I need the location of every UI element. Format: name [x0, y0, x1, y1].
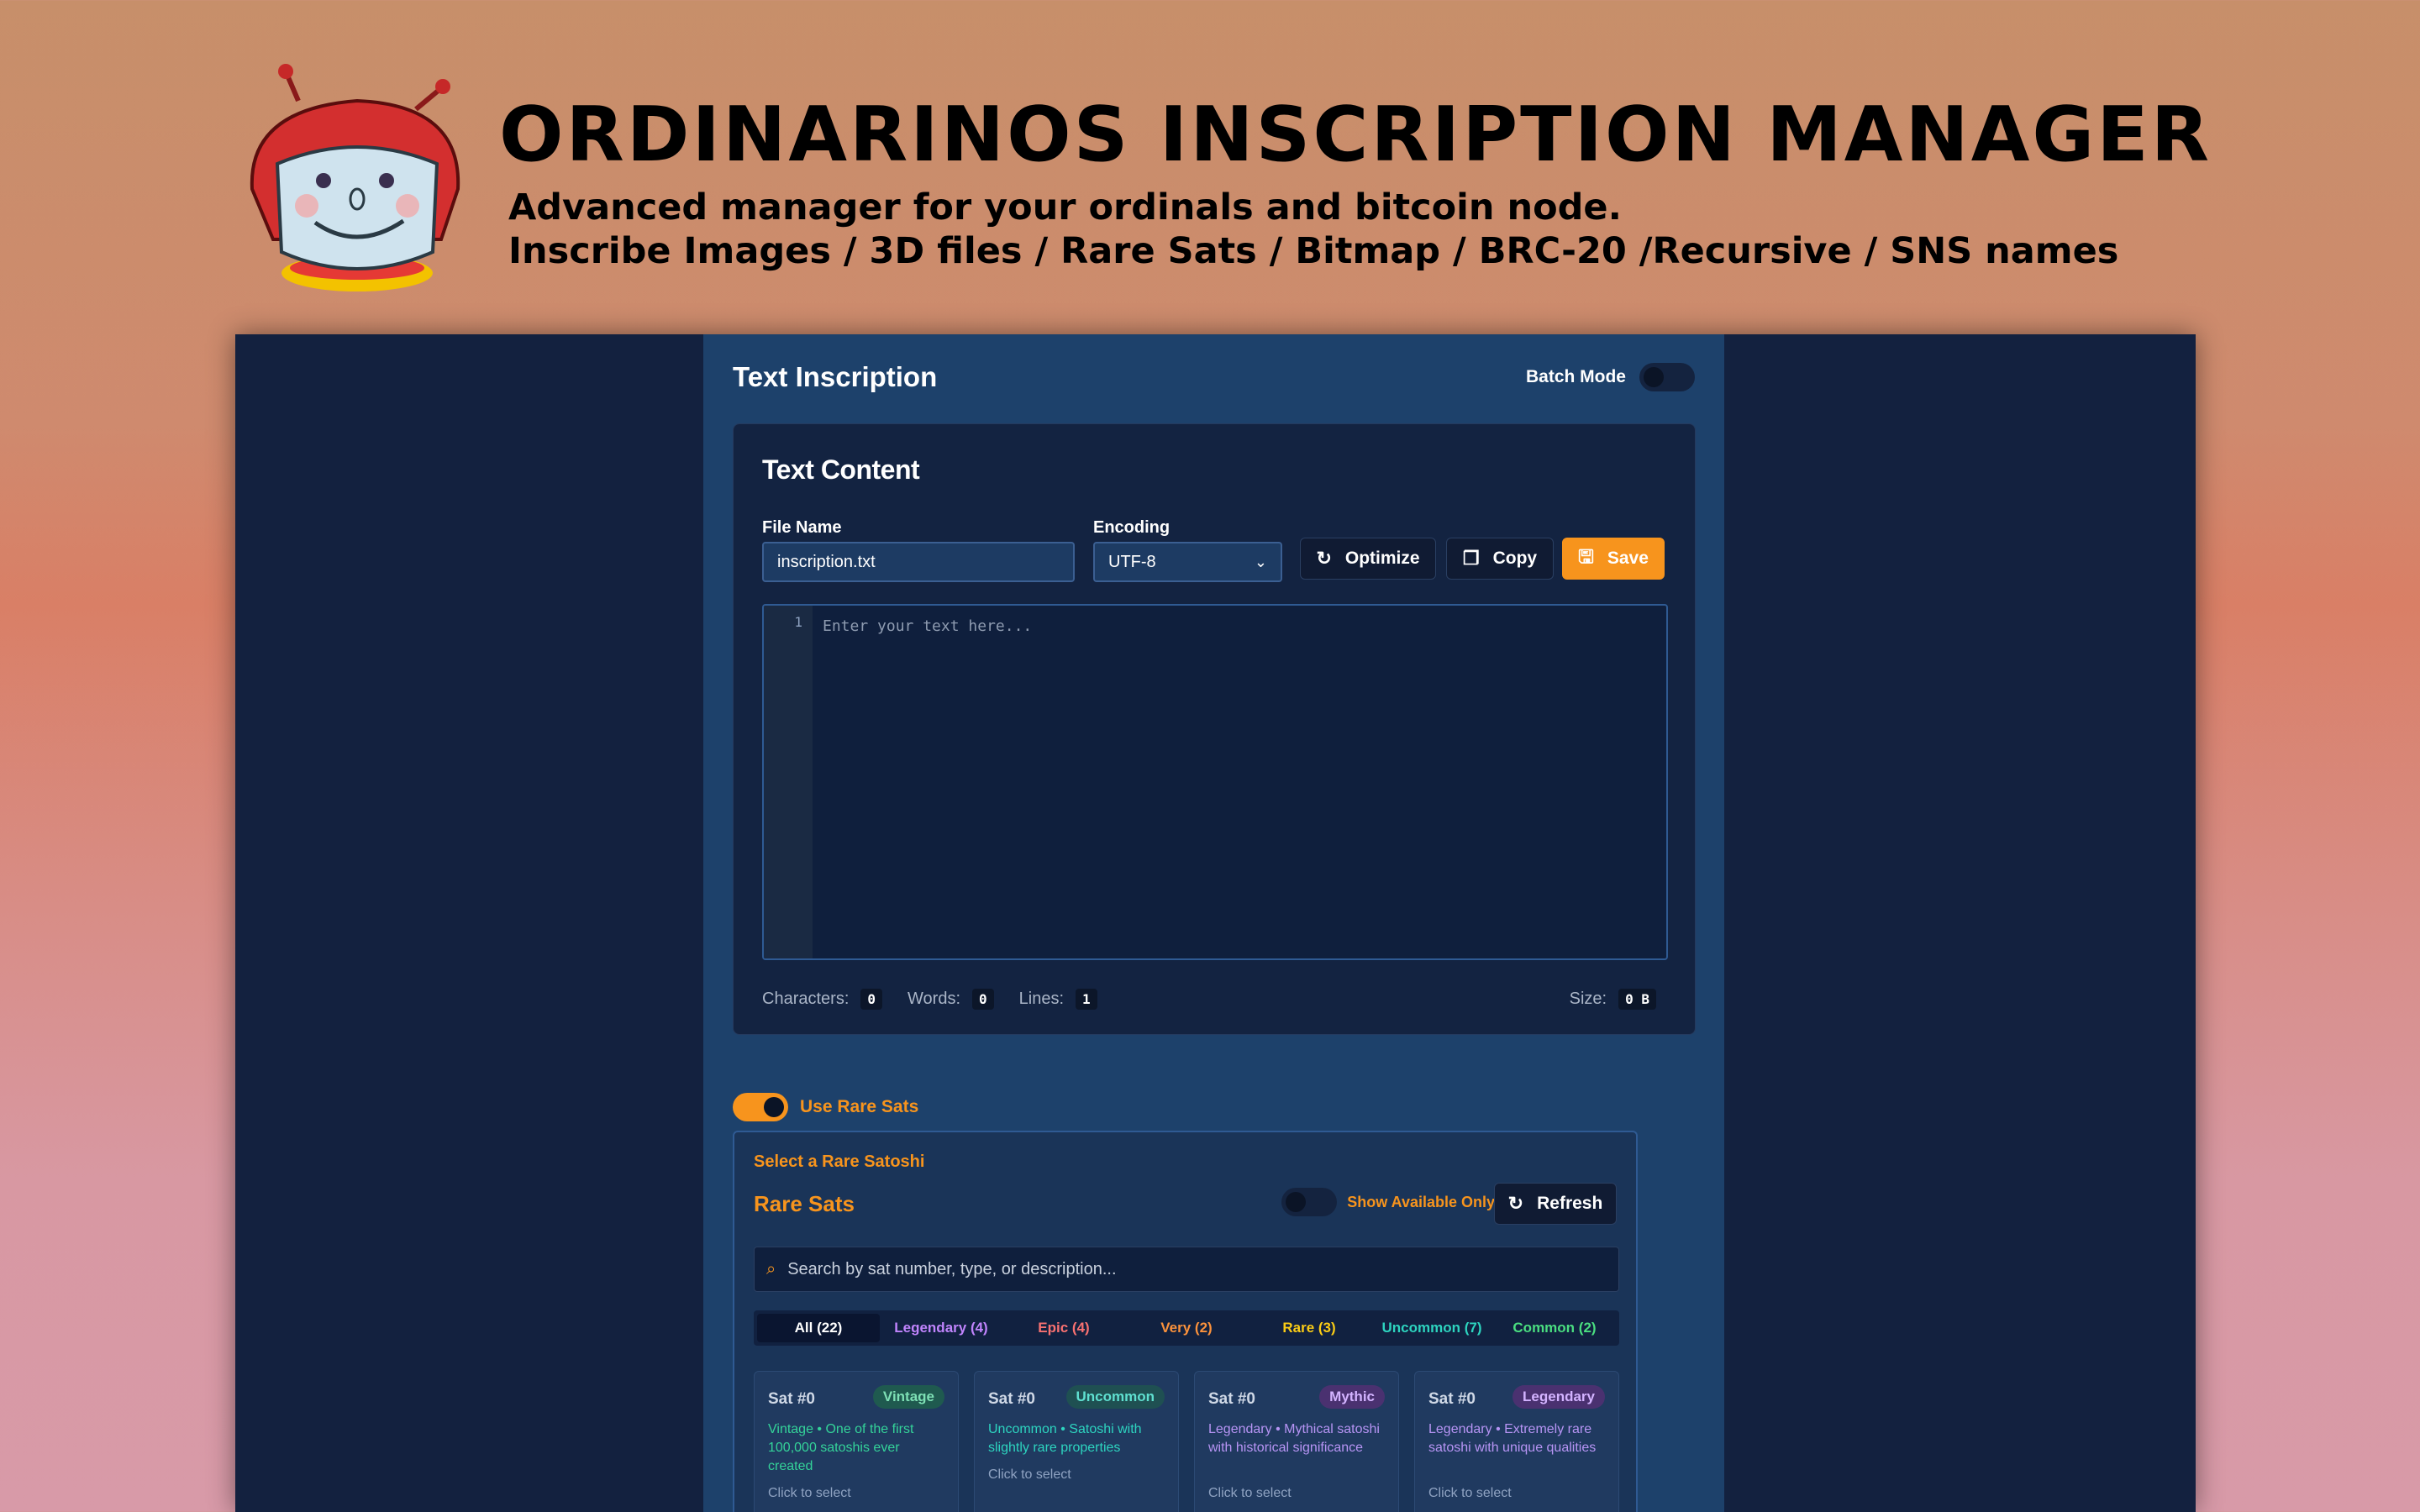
search-icon: ⌕: [766, 1259, 776, 1278]
sat-select-hint: Click to select: [1428, 1486, 1512, 1500]
rarity-filter-tab[interactable]: Rare (3): [1248, 1314, 1370, 1342]
hero-subtitle-1: Advanced manager for your ordinals and b…: [508, 186, 1622, 228]
text-stats: Characters: 0 Words: 0 Lines: 1: [762, 989, 1097, 1010]
lines-count: 1: [1076, 989, 1097, 1010]
hero-title: ORDINARINOS INSCRIPTION MANAGER: [499, 91, 2212, 179]
encoding-value: UTF-8: [1108, 552, 1156, 571]
rare-sats-title: Rare Sats: [754, 1191, 855, 1216]
sat-select-hint: Click to select: [988, 1467, 1071, 1482]
select-rare-satoshi-label: Select a Rare Satoshi: [754, 1152, 925, 1171]
rare-sat-card[interactable]: Sat #0 Mythic Legendary • Mythical satoshi…: [1194, 1371, 1399, 1512]
ordinarinos-mascot-logo: [250, 64, 460, 291]
size-stat: Size: 0 B: [1570, 989, 1656, 1010]
words-count: 0: [972, 989, 994, 1010]
refresh-icon: ↻: [1507, 1193, 1524, 1214]
line-number-gutter: 1: [764, 606, 813, 958]
sat-number: Sat #0: [1428, 1390, 1476, 1408]
sat-select-hint: Click to select: [1208, 1486, 1292, 1500]
sat-number: Sat #0: [988, 1390, 1035, 1408]
save-button[interactable]: 🖫 Save: [1562, 538, 1665, 580]
lines-label: Lines:: [1018, 990, 1065, 1008]
words-label: Words:: [908, 990, 960, 1008]
batch-mode-toggle[interactable]: [1639, 363, 1695, 391]
chevron-down-icon: ⌄: [1254, 553, 1267, 570]
sat-number: Sat #0: [768, 1390, 815, 1408]
sat-description: Legendary • Extremely rare satoshi with …: [1428, 1422, 1597, 1455]
use-rare-sats-toggle[interactable]: [733, 1093, 788, 1121]
encoding-select[interactable]: UTF-8 ⌄: [1093, 542, 1282, 582]
sat-description: Uncommon • Satoshi with slightly rare pr…: [988, 1422, 1142, 1455]
text-editor: 1: [762, 604, 1668, 960]
use-rare-sats-label: Use Rare Sats: [800, 1097, 919, 1116]
rarity-filter-tab[interactable]: Common (2): [1493, 1314, 1616, 1342]
copy-icon: ❐: [1462, 548, 1480, 569]
show-available-only-toggle[interactable]: [1281, 1188, 1338, 1216]
text-content-card: Text Content File Name inscription.txt E…: [733, 423, 1696, 1035]
encoding-label: Encoding: [1093, 518, 1171, 537]
sat-description: Vintage • One of the first 100,000 satos…: [768, 1422, 914, 1473]
rare-sat-card[interactable]: Sat #0 Vintage Vintage • One of the first …: [754, 1371, 959, 1512]
rare-sats-search-input[interactable]: [787, 1259, 1607, 1279]
refresh-label: Refresh: [1537, 1194, 1603, 1213]
rare-sats-search: ⌕: [754, 1247, 1619, 1292]
rarity-filter-tab[interactable]: All (22): [757, 1314, 880, 1342]
sat-rarity-badge: Vintage: [872, 1385, 944, 1409]
hero-banner: ORDINARINOS INSCRIPTION MANAGER Advanced…: [0, 0, 2420, 336]
file-name-label: File Name: [762, 518, 842, 537]
text-inscription-panel: Text Inscription Batch Mode Text Content…: [703, 334, 1724, 1512]
rare-sats-grid: Sat #0 Vintage Vintage • One of the first …: [754, 1371, 1619, 1512]
refresh-icon: ↻: [1316, 548, 1332, 569]
show-available-only-label: Show Available Only: [1347, 1193, 1495, 1210]
sat-description: Legendary • Mythical satoshi with histor…: [1208, 1422, 1380, 1455]
characters-label: Characters:: [762, 990, 850, 1008]
copy-button[interactable]: ❐ Copy: [1446, 538, 1554, 580]
hero-subtitle-2: Inscribe Images / 3D files / Rare Sats /…: [508, 230, 2119, 272]
sat-number: Sat #0: [1208, 1390, 1255, 1408]
toggle-knob: [764, 1097, 784, 1117]
size-label: Size:: [1569, 990, 1607, 1008]
refresh-button[interactable]: ↻ Refresh: [1494, 1183, 1617, 1225]
use-rare-sats-control: Use Rare Sats: [733, 1093, 918, 1121]
app-window: Text Inscription Batch Mode Text Content…: [235, 334, 2196, 1512]
characters-count: 0: [860, 989, 883, 1010]
file-name-input[interactable]: inscription.txt: [762, 542, 1075, 582]
batch-mode-label: Batch Mode: [1525, 367, 1626, 386]
sat-rarity-badge: Uncommon: [1065, 1385, 1165, 1409]
rare-sats-selector: Select a Rare Satoshi Rare Sats Show Ava…: [733, 1131, 1638, 1512]
save-icon: 🖫: [1578, 546, 1594, 567]
panel-title: Text Inscription: [733, 361, 938, 392]
toggle-knob: [1644, 367, 1664, 387]
save-label: Save: [1607, 549, 1649, 568]
sat-select-hint: Click to select: [768, 1486, 851, 1500]
rarity-filter-tab[interactable]: Legendary (4): [880, 1314, 1002, 1342]
size-value: 0 B: [1618, 989, 1656, 1010]
line-number: 1: [794, 614, 802, 630]
sat-rarity-badge: Mythic: [1319, 1385, 1385, 1409]
rarity-filter-tab[interactable]: Uncommon (7): [1370, 1314, 1493, 1342]
optimize-label: Optimize: [1344, 549, 1420, 568]
toggle-knob: [1286, 1192, 1307, 1212]
rarity-filter-tabs: All (22) Legendary (4) Epic (4) Very (2) Rar…: [754, 1310, 1619, 1346]
rarity-filter-tab[interactable]: Very (2): [1125, 1314, 1248, 1342]
rare-sat-card[interactable]: Sat #0 Uncommon Uncommon • Satoshi with sl…: [974, 1371, 1179, 1512]
copy-label: Copy: [1492, 549, 1538, 568]
batch-mode-control: Batch Mode: [1526, 363, 1695, 391]
show-available-only-control: Show Available Only: [1281, 1188, 1495, 1216]
text-content-title: Text Content: [762, 454, 920, 485]
text-editor-input[interactable]: [813, 606, 1666, 958]
rarity-filter-tab[interactable]: Epic (4): [1002, 1314, 1125, 1342]
sat-rarity-badge: Legendary: [1512, 1385, 1605, 1409]
optimize-button[interactable]: ↻ Optimize: [1300, 538, 1436, 580]
rare-sat-card[interactable]: Sat #0 Legendary Legendary • Extremely rar…: [1414, 1371, 1619, 1512]
